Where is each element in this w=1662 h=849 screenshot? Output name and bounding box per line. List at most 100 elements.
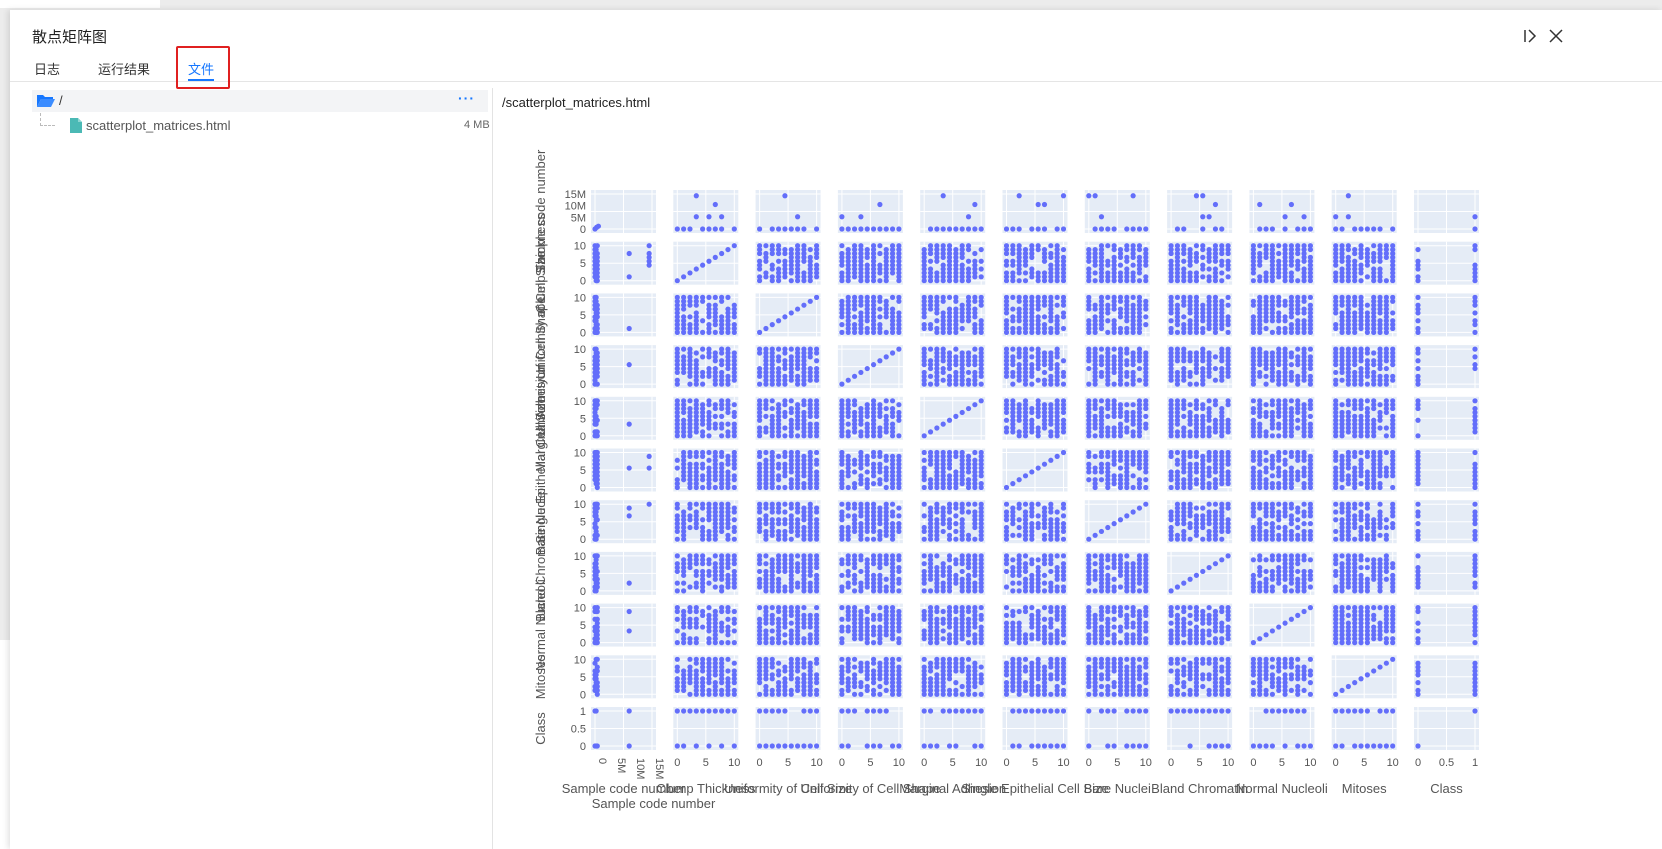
scatter-point — [1181, 449, 1187, 456]
scatter-point — [1092, 346, 1098, 352]
scatter-point — [712, 226, 718, 232]
scatter-point — [782, 425, 788, 431]
scatter-point — [782, 501, 788, 507]
scatter-point — [769, 226, 775, 232]
scatter-point — [769, 501, 775, 507]
scatter-point — [1263, 409, 1269, 416]
scatter-point — [763, 457, 769, 463]
scatter-point — [1383, 433, 1389, 439]
scatter-point — [1472, 362, 1478, 368]
scatter-point — [700, 402, 706, 408]
scatter-point — [1212, 365, 1219, 372]
more-options-button[interactable]: ··· — [458, 90, 475, 106]
scatter-point — [864, 501, 870, 507]
scatter-point — [1086, 449, 1092, 456]
scatter-point — [927, 449, 934, 456]
scatter-point — [1010, 381, 1016, 387]
scatter-point — [1048, 373, 1054, 379]
file-item[interactable]: scatterplot_matrices.html 4 MB — [28, 115, 491, 137]
scatter-point — [687, 449, 693, 456]
scatter-point — [712, 484, 718, 491]
scatter-point — [1345, 254, 1351, 260]
scatter-point — [1358, 524, 1364, 531]
scatter-point — [1168, 484, 1174, 491]
scatter-point — [889, 501, 896, 507]
scatter-point — [1010, 346, 1016, 352]
scatter-point — [1345, 449, 1351, 456]
tab-log[interactable]: 日志 — [34, 59, 60, 78]
scatter-point — [681, 226, 687, 232]
scatter-point — [1092, 193, 1098, 199]
scatter-point — [1257, 517, 1263, 523]
scatter-point — [1174, 226, 1181, 232]
scatter-point — [851, 572, 858, 578]
scatter-point — [1041, 402, 1048, 408]
scatter-point — [1383, 365, 1389, 372]
scatter-point — [1371, 449, 1377, 456]
scatter-point — [927, 294, 934, 300]
scatter-point — [927, 358, 934, 364]
scatter-point — [1029, 501, 1035, 507]
scatter-point — [1352, 465, 1358, 471]
scatter-point — [972, 306, 978, 312]
scatter-point — [1339, 517, 1345, 523]
scatter-point — [883, 413, 889, 419]
scatter-point — [959, 325, 965, 332]
scatter-point — [1060, 310, 1067, 316]
scatter-point — [1276, 532, 1282, 538]
scatter-point — [870, 449, 877, 456]
scatter-point — [845, 398, 851, 404]
scatter-point — [674, 377, 680, 383]
scatter-point — [1010, 294, 1016, 300]
scatter-point — [1022, 294, 1029, 300]
scatter-point — [1269, 473, 1275, 479]
scatter-point — [896, 521, 902, 527]
scatter-point — [870, 398, 877, 404]
scatter-point — [700, 294, 706, 300]
scatter-point — [1263, 243, 1269, 249]
scatter-point — [719, 461, 725, 467]
scatter-point — [782, 258, 788, 264]
tab-run-results[interactable]: 运行结果 — [98, 59, 150, 78]
scatter-point — [719, 433, 725, 439]
close-icon — [1549, 29, 1563, 43]
scatter-point — [1105, 318, 1111, 324]
scatter-point — [782, 553, 788, 559]
scatter-point — [953, 306, 959, 312]
scatter-point — [1193, 270, 1200, 276]
tree-root-row[interactable]: / ··· — [32, 90, 488, 112]
scatter-point — [706, 457, 712, 463]
scatter-point — [1282, 226, 1288, 232]
scatter-point — [1174, 429, 1181, 435]
scatter-point — [807, 346, 813, 352]
scatter-point — [1060, 193, 1067, 199]
scatter-point — [1377, 402, 1383, 408]
scatter-point — [1339, 453, 1345, 459]
scatter-point — [731, 322, 737, 328]
pane-splitter[interactable] — [492, 88, 493, 849]
scatter-point — [1383, 532, 1389, 538]
close-button[interactable] — [1546, 26, 1566, 46]
scatter-point — [1301, 521, 1307, 527]
scatter-point — [953, 226, 959, 232]
scatter-point — [1472, 214, 1478, 220]
file-size: 4 MB — [464, 119, 490, 131]
scatter-point — [1181, 266, 1187, 272]
scatter-point — [594, 576, 600, 582]
scatter-point — [1383, 398, 1389, 404]
scatter-point — [674, 278, 680, 284]
scatter-point — [674, 226, 680, 232]
collapse-button[interactable] — [1520, 26, 1540, 46]
scatter-point — [693, 350, 699, 356]
scatter-point — [1098, 214, 1105, 220]
scatter-point — [1143, 501, 1149, 507]
scatter-point — [1250, 278, 1256, 284]
scatter-point — [965, 266, 972, 272]
scatter-point — [1048, 250, 1054, 257]
scatter-point — [1250, 243, 1256, 249]
scatter-point — [1117, 262, 1124, 268]
scatter-point — [693, 580, 699, 586]
scatter-point — [1124, 266, 1130, 272]
scatter-point — [719, 250, 725, 257]
scatter-point — [725, 373, 731, 379]
